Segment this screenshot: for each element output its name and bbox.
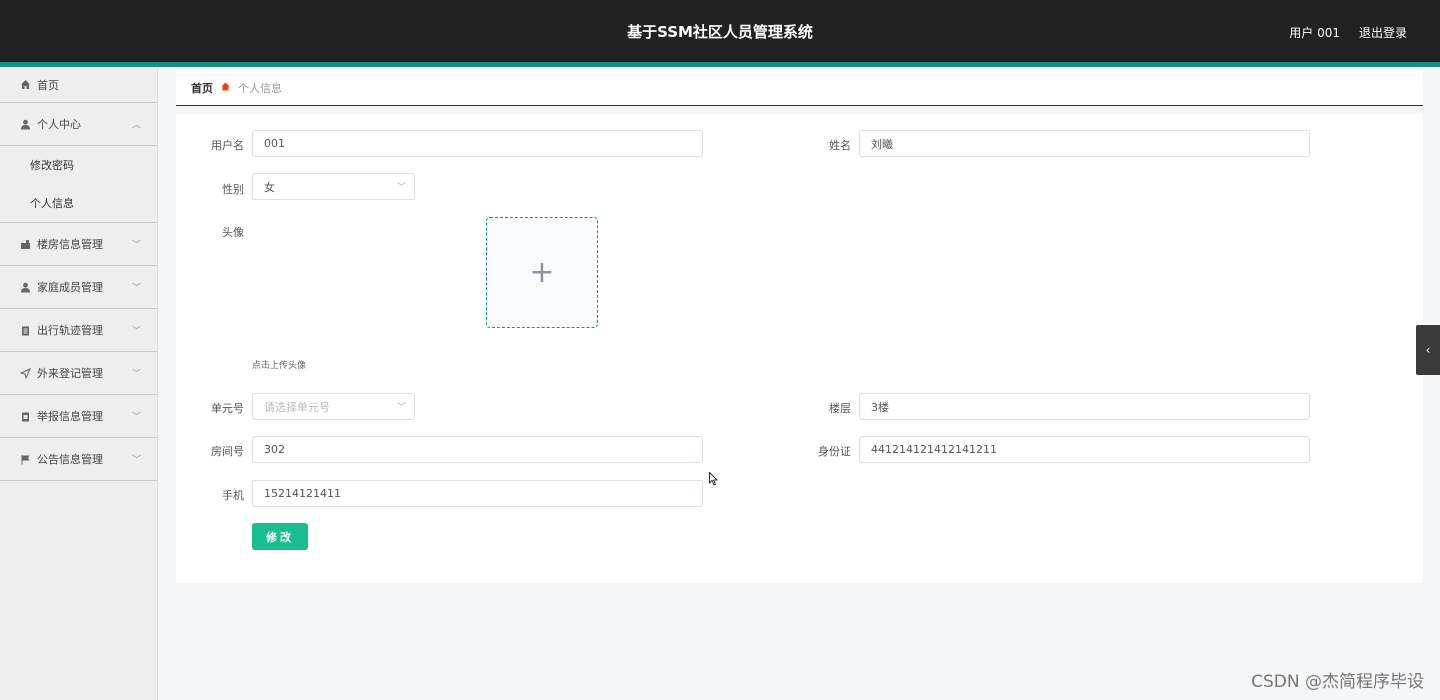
id-card-field[interactable]: 441214121412141211 bbox=[859, 436, 1310, 463]
avatar-upload[interactable]: + bbox=[486, 217, 598, 328]
sidebar-item-travel[interactable]: 出行轨迹管理 ﹀ bbox=[0, 309, 157, 352]
breadcrumb: 首页 个人信息 bbox=[176, 70, 1423, 106]
sidebar-item-building[interactable]: 楼房信息管理 ﹀ bbox=[0, 223, 157, 266]
upload-tip: 点击上传头像 bbox=[252, 361, 307, 371]
sidebar-item-visitor[interactable]: 外来登记管理 ﹀ bbox=[0, 352, 157, 395]
gender-select[interactable]: 女 ﹀ bbox=[252, 173, 415, 200]
user-icon bbox=[19, 281, 31, 293]
username-label: 用户名 bbox=[211, 139, 244, 152]
breadcrumb-current: 个人信息 bbox=[238, 81, 282, 95]
building-icon bbox=[19, 238, 31, 250]
chevron-left-icon[interactable]: ‹ bbox=[1416, 325, 1440, 375]
floor-field[interactable]: 3楼 bbox=[859, 393, 1310, 420]
phone-label: 手机 bbox=[222, 489, 244, 502]
gender-label: 性别 bbox=[222, 183, 244, 196]
sidebar-item-label: 出行轨迹管理 bbox=[37, 324, 103, 337]
chevron-up-icon: ︿ bbox=[131, 120, 141, 131]
watermark: CSDN @杰简程序毕设 bbox=[1251, 672, 1424, 692]
chevron-down-icon: ﹀ bbox=[396, 403, 406, 413]
sidebar-item-notice[interactable]: 公告信息管理 ﹀ bbox=[0, 438, 157, 481]
app-title: 基于SSM社区人员管理系统 bbox=[627, 23, 813, 41]
avatar-label: 头像 bbox=[222, 226, 244, 239]
sidebar-item-label: 首页 bbox=[37, 78, 59, 92]
room-field[interactable]: 302 bbox=[252, 436, 703, 463]
chevron-down-icon: ﹀ bbox=[396, 183, 406, 193]
submit-button[interactable]: 修改 bbox=[252, 523, 308, 550]
sidebar-item-change-password[interactable]: 修改密码 bbox=[0, 146, 157, 184]
name-label: 姓名 bbox=[829, 139, 851, 152]
chevron-down-icon: ﹀ bbox=[131, 283, 141, 294]
sidebar-item-label: 家庭成员管理 bbox=[37, 281, 103, 294]
name-field[interactable]: 刘曦 bbox=[859, 130, 1310, 157]
home-icon bbox=[19, 79, 31, 91]
username-field[interactable]: 001 bbox=[252, 130, 703, 157]
sidebar-item-label: 个人中心 bbox=[37, 118, 81, 131]
user-icon bbox=[19, 118, 31, 130]
gender-value: 女 bbox=[264, 180, 275, 194]
unit-select[interactable]: 请选择单元号 ﹀ bbox=[252, 393, 415, 420]
home-icon bbox=[221, 82, 230, 94]
logout-link[interactable]: 退出登录 bbox=[1359, 24, 1407, 41]
phone-field[interactable]: 15214121411 bbox=[252, 480, 703, 507]
sidebar-submenu: 修改密码 个人信息 bbox=[0, 146, 157, 223]
current-user: 用户 001 bbox=[1289, 26, 1340, 40]
sidebar-item-personal-info[interactable]: 个人信息 bbox=[0, 184, 157, 222]
sidebar: 首页 个人中心 ︿ 修改密码 个人信息 楼房信息管理 ﹀ 家庭成员管理 ﹀ 出行… bbox=[0, 67, 158, 700]
chevron-down-icon: ﹀ bbox=[131, 240, 141, 251]
sidebar-item-family[interactable]: 家庭成员管理 ﹀ bbox=[0, 266, 157, 309]
header-accent-strip bbox=[0, 62, 1440, 67]
send-icon bbox=[19, 367, 31, 379]
flag-icon bbox=[19, 453, 31, 465]
sidebar-item-label: 举报信息管理 bbox=[37, 410, 103, 423]
chevron-down-icon: ﹀ bbox=[131, 369, 141, 380]
chevron-down-icon: ﹀ bbox=[131, 455, 141, 466]
plus-icon: + bbox=[529, 255, 555, 290]
room-label: 房间号 bbox=[211, 445, 244, 458]
sidebar-item-personal-center[interactable]: 个人中心 ︿ bbox=[0, 103, 157, 146]
clipboard-icon bbox=[19, 410, 31, 422]
chevron-down-icon: ﹀ bbox=[131, 326, 141, 337]
unit-label: 单元号 bbox=[211, 402, 244, 415]
sidebar-item-home[interactable]: 首页 bbox=[0, 67, 157, 103]
id-card-label: 身份证 bbox=[818, 445, 851, 458]
unit-placeholder: 请选择单元号 bbox=[264, 400, 330, 414]
floor-label: 楼层 bbox=[829, 402, 851, 415]
sidebar-item-label: 公告信息管理 bbox=[37, 453, 103, 466]
sidebar-item-report[interactable]: 举报信息管理 ﹀ bbox=[0, 395, 157, 438]
clipboard-icon bbox=[19, 324, 31, 336]
sidebar-item-label: 楼房信息管理 bbox=[37, 238, 103, 251]
sidebar-item-label: 外来登记管理 bbox=[37, 367, 103, 380]
profile-form: 用户名 001 姓名 刘曦 性别 女 ﹀ 头像 + 点击上传头像 单元号 请选择… bbox=[176, 114, 1423, 583]
breadcrumb-home[interactable]: 首页 bbox=[191, 80, 213, 96]
top-header: 基于SSM社区人员管理系统 用户 001 退出登录 bbox=[0, 0, 1440, 62]
mouse-cursor-icon bbox=[709, 472, 718, 486]
chevron-down-icon: ﹀ bbox=[131, 412, 141, 423]
